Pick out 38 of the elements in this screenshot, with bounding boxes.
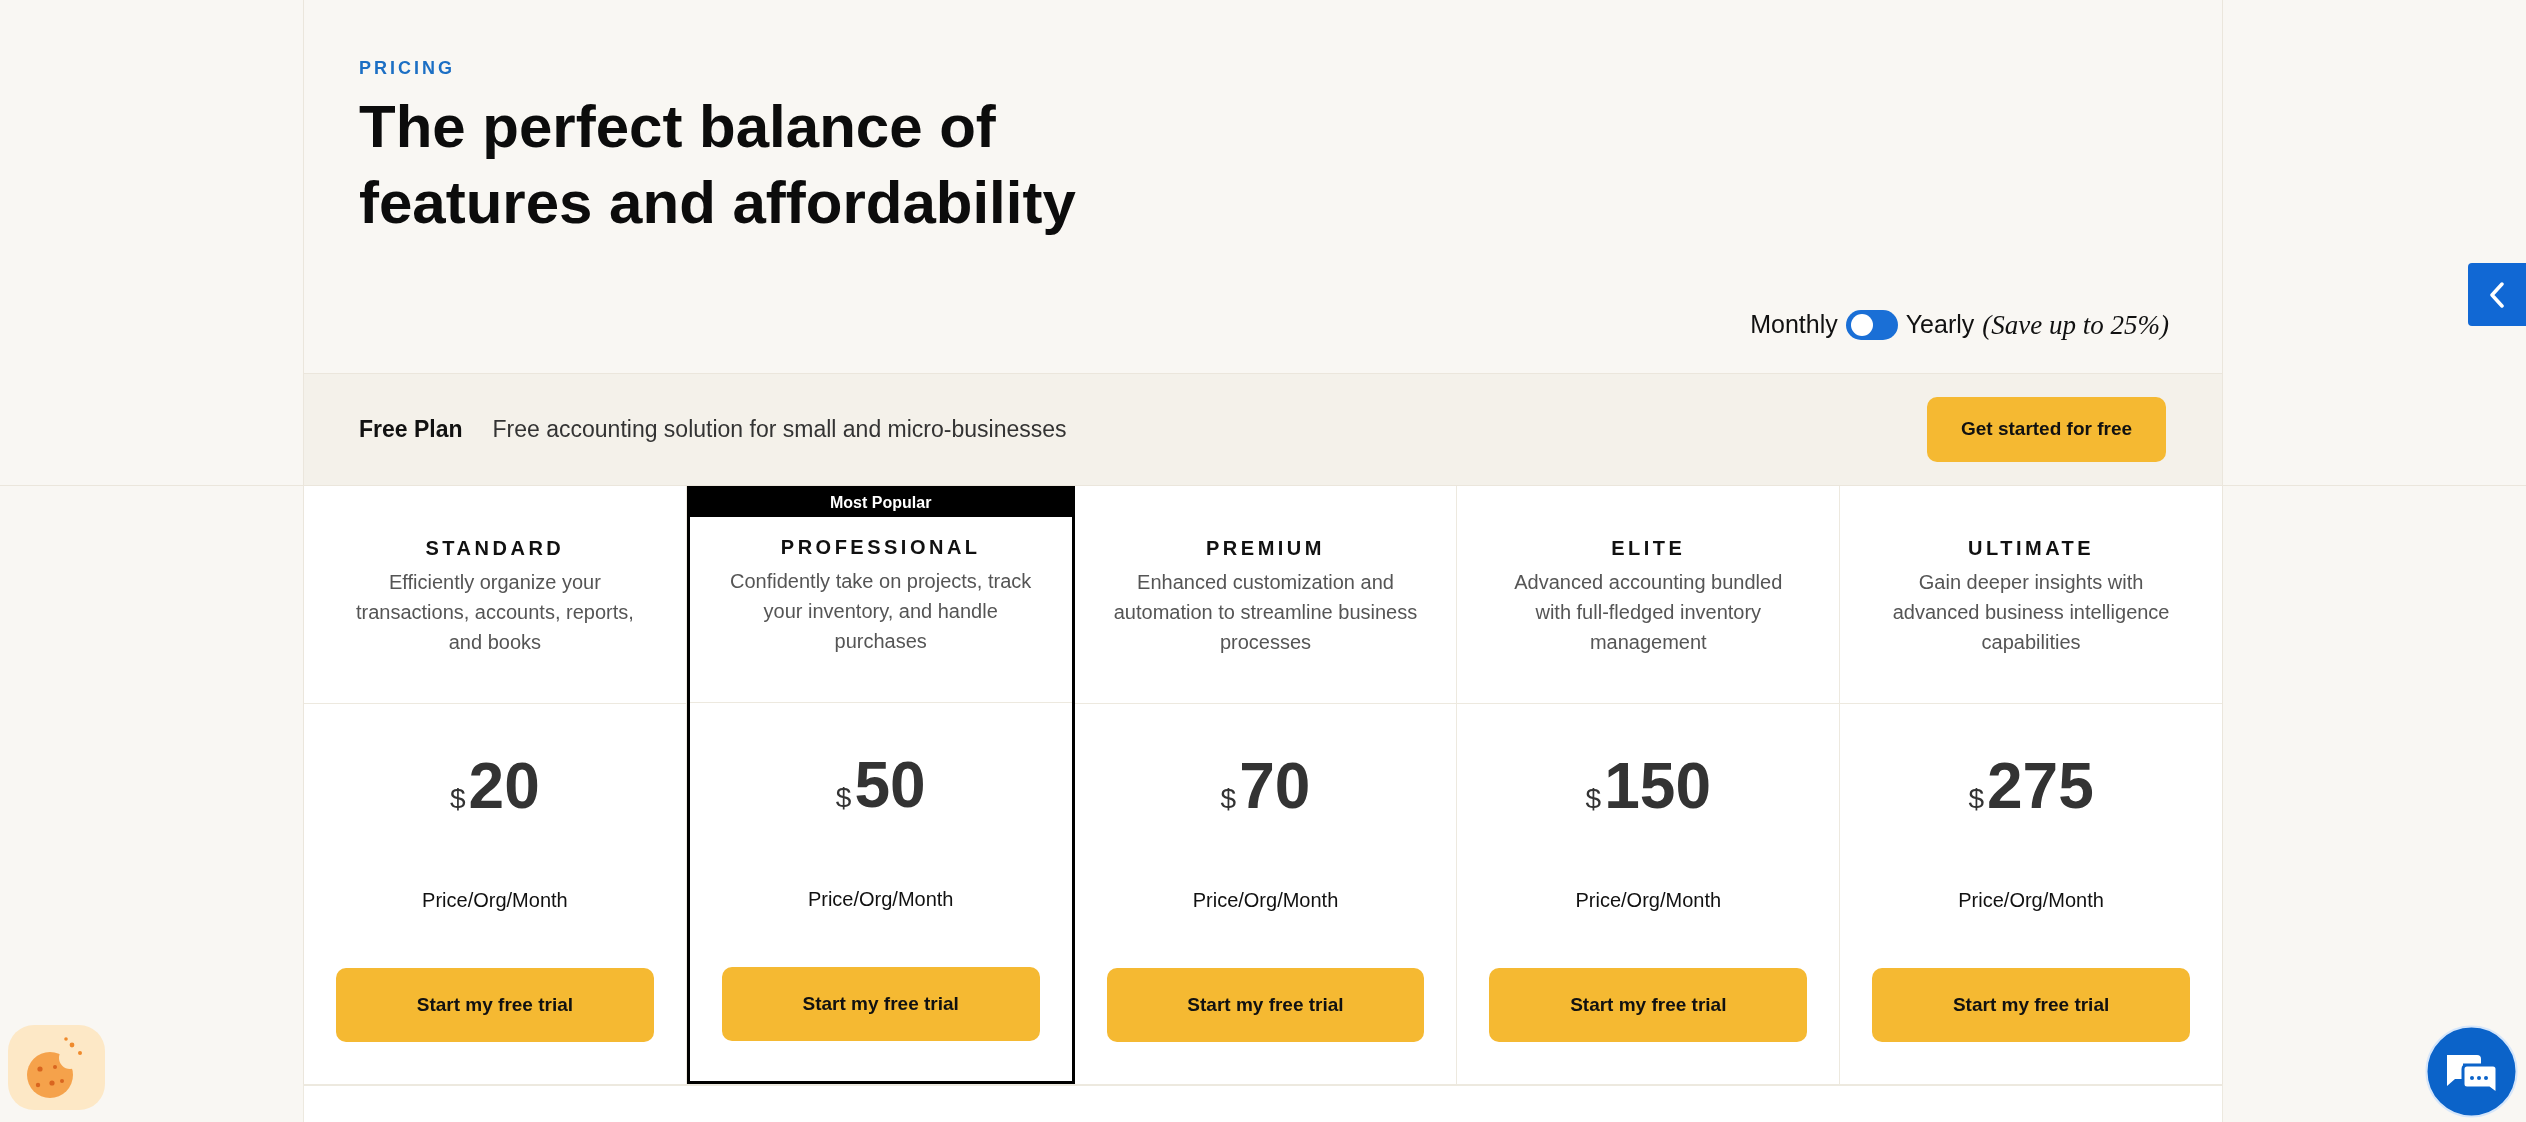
start-trial-button[interactable]: Start my free trial bbox=[336, 968, 654, 1042]
section-heading: The perfect balance of features and affordability bbox=[359, 92, 1077, 238]
plan-name: PROFESSIONAL bbox=[779, 535, 982, 560]
plan-description: Advanced accounting bundled with full-fledged inventory management bbox=[1513, 570, 1784, 655]
yearly-label: Yearly bbox=[1905, 309, 1975, 341]
plan-description: Enhanced customization and automation to streamline business processes bbox=[1113, 570, 1418, 655]
plan-description: Efficiently organize your transactions, accounts, reports, and books bbox=[354, 570, 635, 655]
price-period: Price/Org/Month bbox=[806, 887, 955, 912]
plan-name: ULTIMATE bbox=[1967, 536, 2096, 561]
price-amount: $20 bbox=[450, 751, 540, 824]
start-trial-button[interactable]: Start my free trial bbox=[1489, 968, 1808, 1042]
start-trial-button[interactable]: Start my free trial bbox=[1872, 968, 2190, 1042]
chat-icon[interactable] bbox=[2425, 1025, 2518, 1118]
plan-description: Gain deeper insights with advanced business intelligence capabilities bbox=[1891, 570, 2171, 655]
price-period: Price/Org/Month bbox=[1957, 888, 2105, 913]
chevron-left-icon bbox=[2488, 281, 2506, 308]
plan-name: STANDARD bbox=[424, 536, 566, 561]
free-plan-description: Free accounting solution for small and micro-businesses bbox=[492, 415, 1067, 445]
price-amount: $275 bbox=[1968, 751, 2094, 824]
plan-name: ELITE bbox=[1610, 536, 1687, 561]
billing-toggle[interactable] bbox=[1845, 310, 1898, 340]
popular-ribbon: Most Popular bbox=[689, 488, 1072, 517]
monthly-label: Monthly bbox=[1750, 309, 1838, 341]
savings-note: (Save up to 25%) bbox=[1982, 308, 2169, 342]
price-amount: $70 bbox=[1220, 751, 1311, 824]
free-plan-name: Free Plan bbox=[359, 415, 463, 445]
collapse-tab-button[interactable] bbox=[2468, 263, 2526, 326]
plan-description: Confidently take on projects, track your inventory, and handle purchases bbox=[729, 569, 1033, 654]
start-trial-button[interactable]: Start my free trial bbox=[1106, 968, 1425, 1042]
price-period: Price/Org/Month bbox=[1574, 888, 1723, 913]
section-eyebrow: PRICING bbox=[359, 57, 456, 80]
get-started-button[interactable]: Get started for free bbox=[1927, 397, 2166, 462]
start-trial-button[interactable]: Start my free trial bbox=[721, 967, 1040, 1041]
price-period: Price/Org/Month bbox=[1191, 888, 1340, 913]
plan-name: PREMIUM bbox=[1205, 536, 1326, 561]
price-amount: $50 bbox=[835, 750, 926, 823]
price-period: Price/Org/Month bbox=[421, 888, 569, 913]
price-amount: $150 bbox=[1585, 751, 1711, 824]
